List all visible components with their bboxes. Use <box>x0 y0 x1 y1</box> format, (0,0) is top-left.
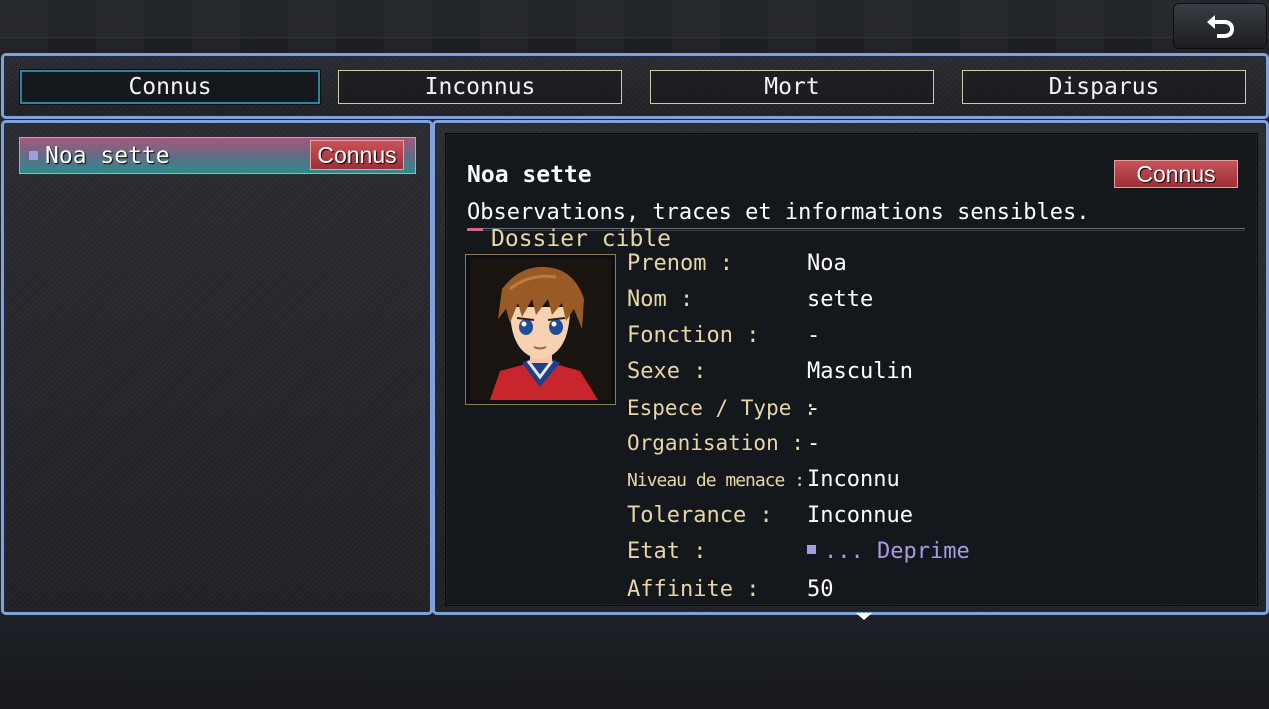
tab-mort[interactable]: Mort <box>650 70 934 104</box>
state-bullet-icon <box>807 544 816 554</box>
field-label-etat: Etat : <box>627 539 707 564</box>
field-value-organisation: - <box>807 431 821 456</box>
field-value-sexe: Masculin <box>807 359 913 384</box>
portrait-frame <box>465 254 616 405</box>
field-value-tolerance: Inconnue <box>807 503 913 528</box>
status-badge: Connus <box>1114 160 1238 188</box>
field-value-menace: Inconnu <box>807 467 900 492</box>
tab-connus[interactable]: Connus <box>20 70 320 104</box>
character-portrait <box>470 259 611 400</box>
list-item[interactable]: Noa sette Connus <box>19 137 416 174</box>
field-label-nom: Nom : <box>627 287 694 312</box>
field-value-nom: sette <box>807 287 874 312</box>
field-value-espece: - <box>807 396 821 421</box>
scroll-down-arrow-icon[interactable] <box>856 613 872 620</box>
category-tabs-window: Connus Inconnus Mort Disparus <box>1 53 1269 119</box>
field-label-affinite: Affinite : <box>627 577 760 602</box>
character-detail-window: Noa sette Connus Observations, traces et… <box>432 120 1269 620</box>
field-label-sexe: Sexe : <box>627 359 707 384</box>
field-value-affinite: 50 <box>807 577 834 602</box>
tab-disparus[interactable]: Disparus <box>962 70 1246 104</box>
list-item-name: Noa sette <box>45 142 170 169</box>
top-divider <box>0 37 1269 38</box>
section-marker <box>467 228 483 231</box>
character-list-window: Noa sette Connus <box>1 120 433 615</box>
field-value-etat-text: ... Deprime <box>824 539 970 564</box>
field-label-prenom: Prenom : <box>627 251 733 276</box>
detail-panel: Noa sette Connus Observations, traces et… <box>445 133 1258 620</box>
field-label-fonction: Fonction : <box>627 323 760 348</box>
field-label-organisation: Organisation : <box>627 431 805 455</box>
list-bullet-icon <box>29 151 38 160</box>
back-arrow-icon <box>1207 15 1234 38</box>
field-value-etat: ... Deprime <box>807 539 970 564</box>
character-name: Noa sette <box>467 162 592 188</box>
field-label-espece: Espece / Type : <box>627 396 817 420</box>
field-value-prenom: Noa <box>807 251 847 276</box>
section-title: Dossier cible <box>491 226 672 252</box>
list-item-status-badge: Connus <box>310 140 404 170</box>
tab-inconnus[interactable]: Inconnus <box>338 70 622 104</box>
back-button[interactable] <box>1173 3 1267 49</box>
field-value-fonction: - <box>807 323 821 348</box>
field-label-tolerance: Tolerance : <box>627 503 773 528</box>
character-description: Observations, traces et informations sen… <box>467 200 1090 225</box>
field-label-menace: Niveau de menace : <box>627 470 805 491</box>
